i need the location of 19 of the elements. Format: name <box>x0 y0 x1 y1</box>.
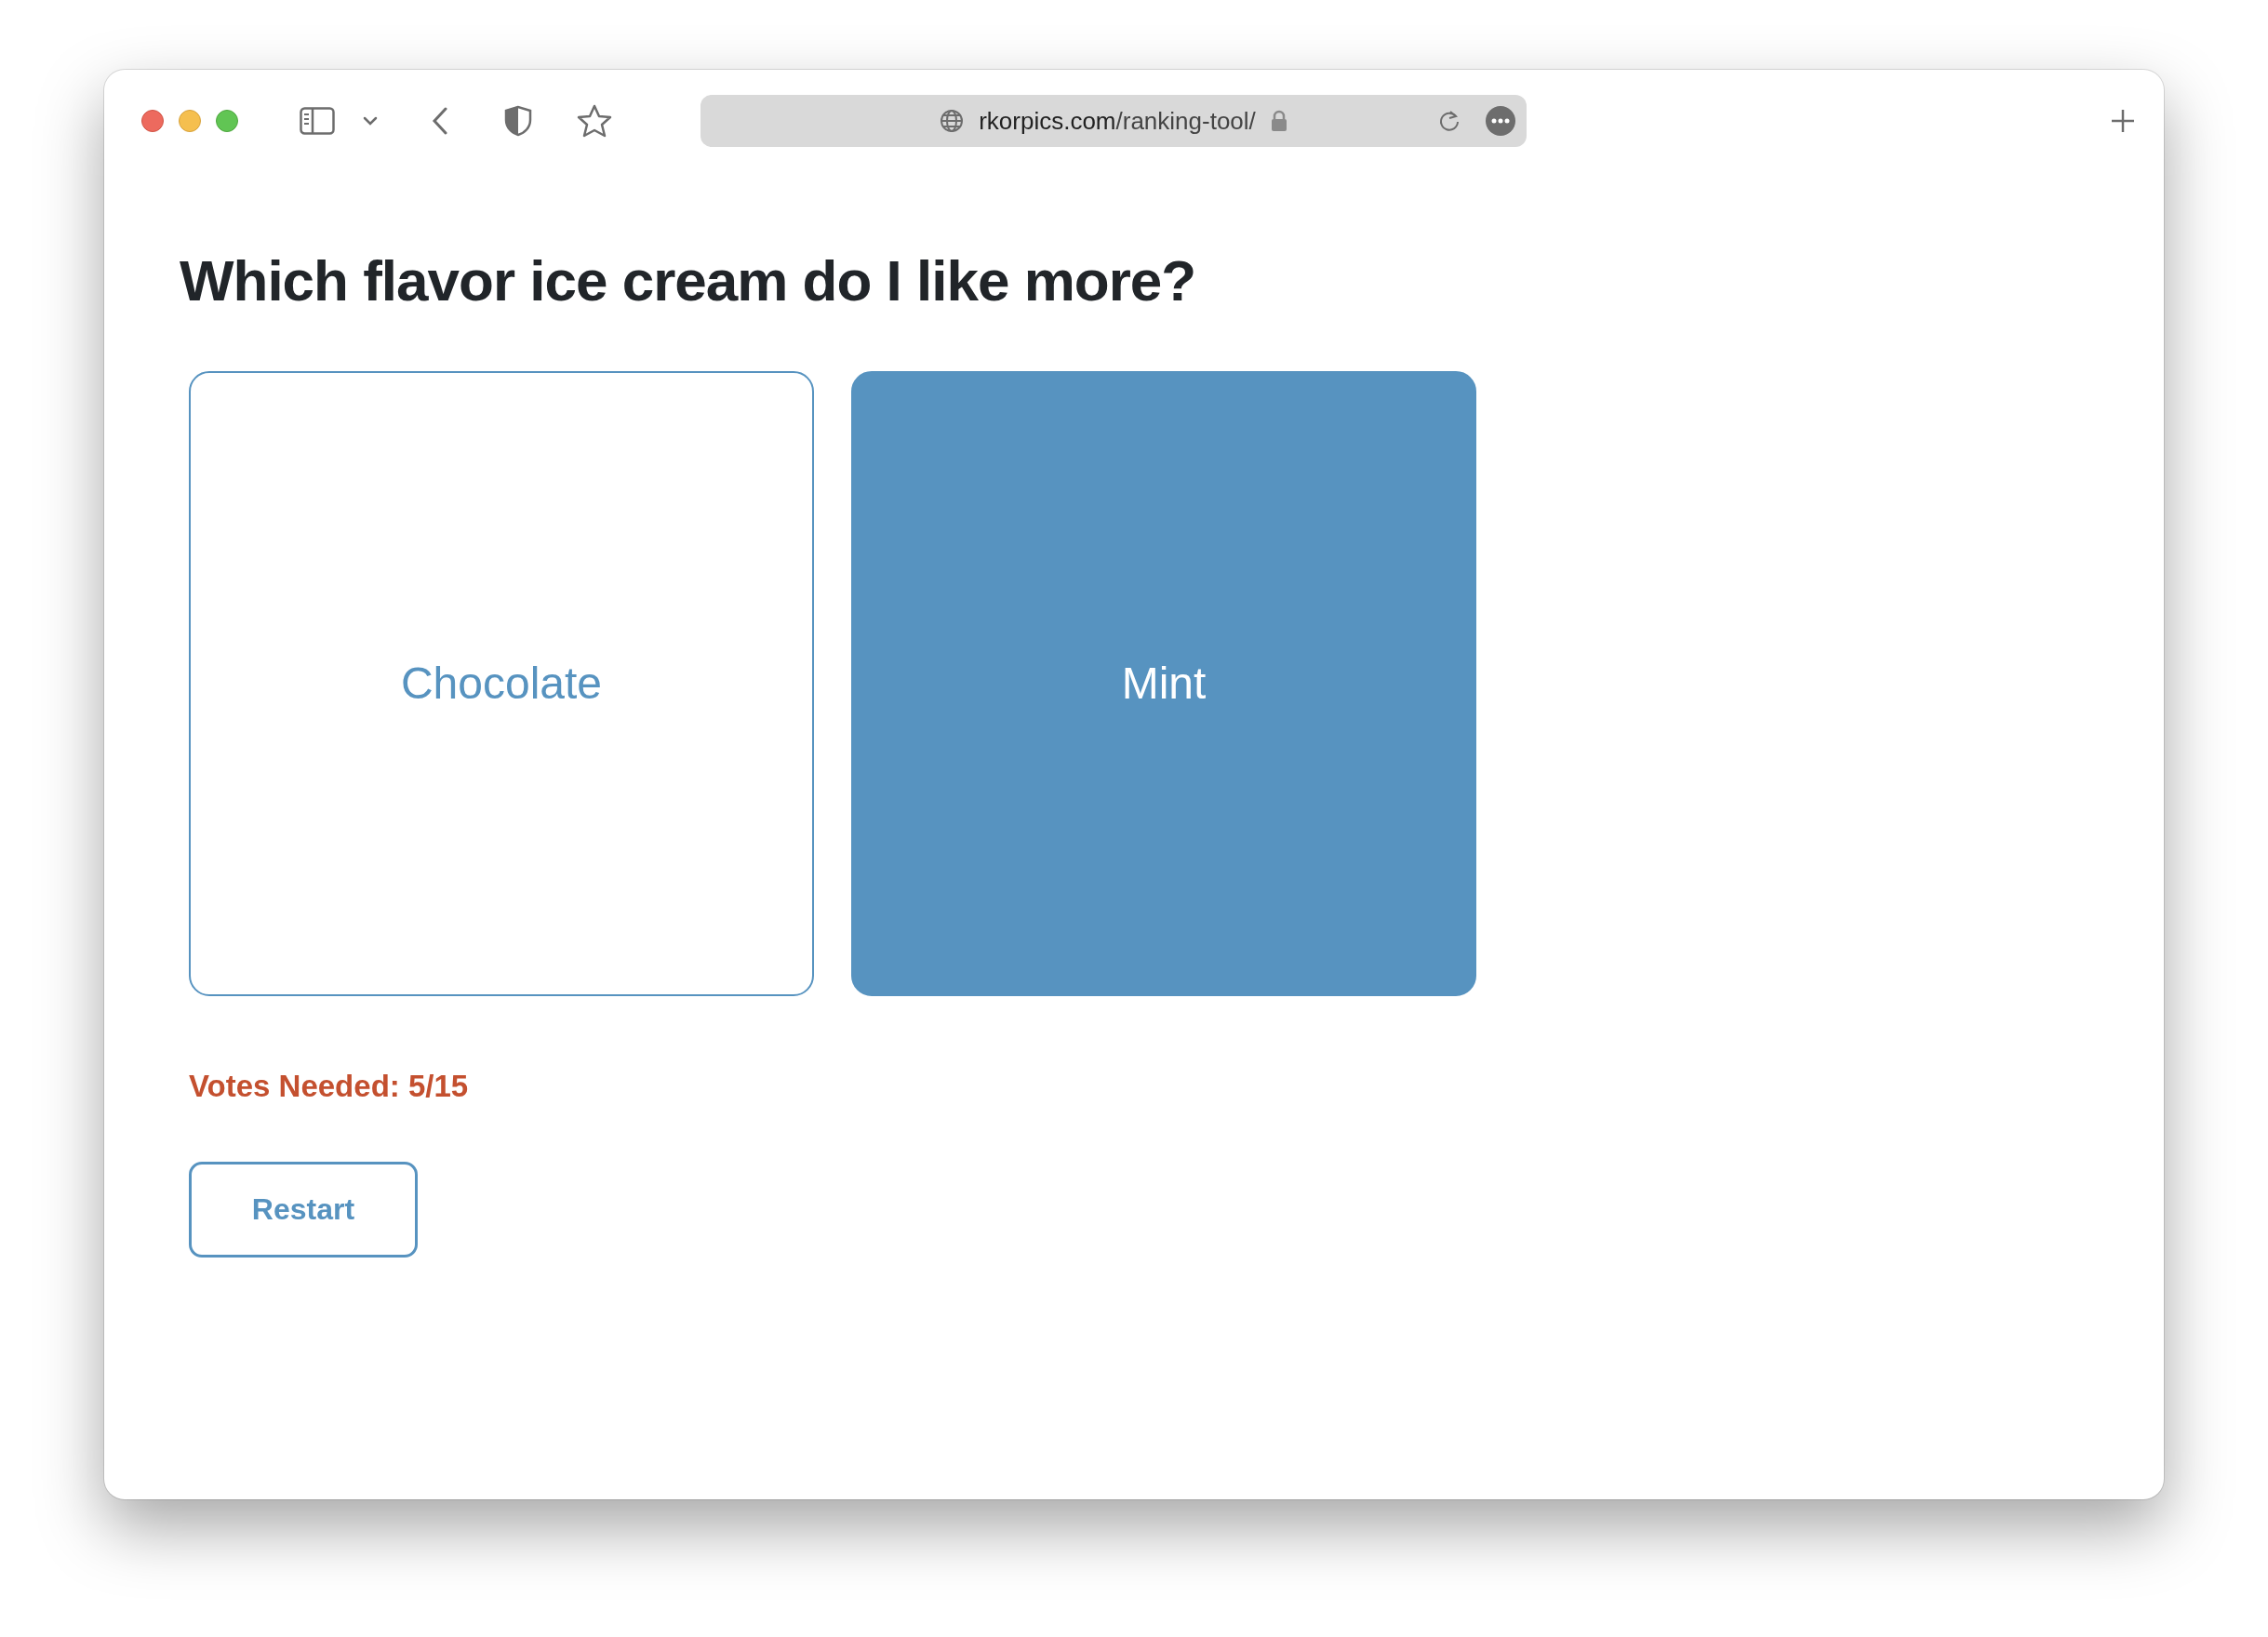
choice-card[interactable]: Mint <box>851 371 1476 997</box>
url-text: rkorpics.com/ranking-tool/ <box>979 105 1256 137</box>
close-window-icon[interactable] <box>141 110 164 132</box>
more-icon[interactable] <box>1486 106 1515 136</box>
sidebar-icon[interactable] <box>300 107 335 135</box>
shield-icon[interactable] <box>504 105 532 137</box>
restart-button[interactable]: Restart <box>189 1161 418 1258</box>
back-icon[interactable] <box>432 107 448 135</box>
new-tab-icon[interactable] <box>2110 108 2136 134</box>
globe-icon <box>940 109 965 133</box>
chevron-down-icon[interactable] <box>363 116 378 126</box>
reload-icon[interactable] <box>1437 109 1461 133</box>
address-bar[interactable]: rkorpics.com/ranking-tool/ <box>700 95 1527 147</box>
lock-icon <box>1270 110 1287 132</box>
votes-needed-text: Votes Needed: 5/15 <box>189 1068 470 1106</box>
choice-card[interactable]: Chocolate <box>189 371 814 997</box>
maximize-window-icon[interactable] <box>216 110 238 132</box>
star-icon[interactable] <box>577 104 612 138</box>
page-title: Which flavor ice cream do I like more? <box>180 247 1197 314</box>
